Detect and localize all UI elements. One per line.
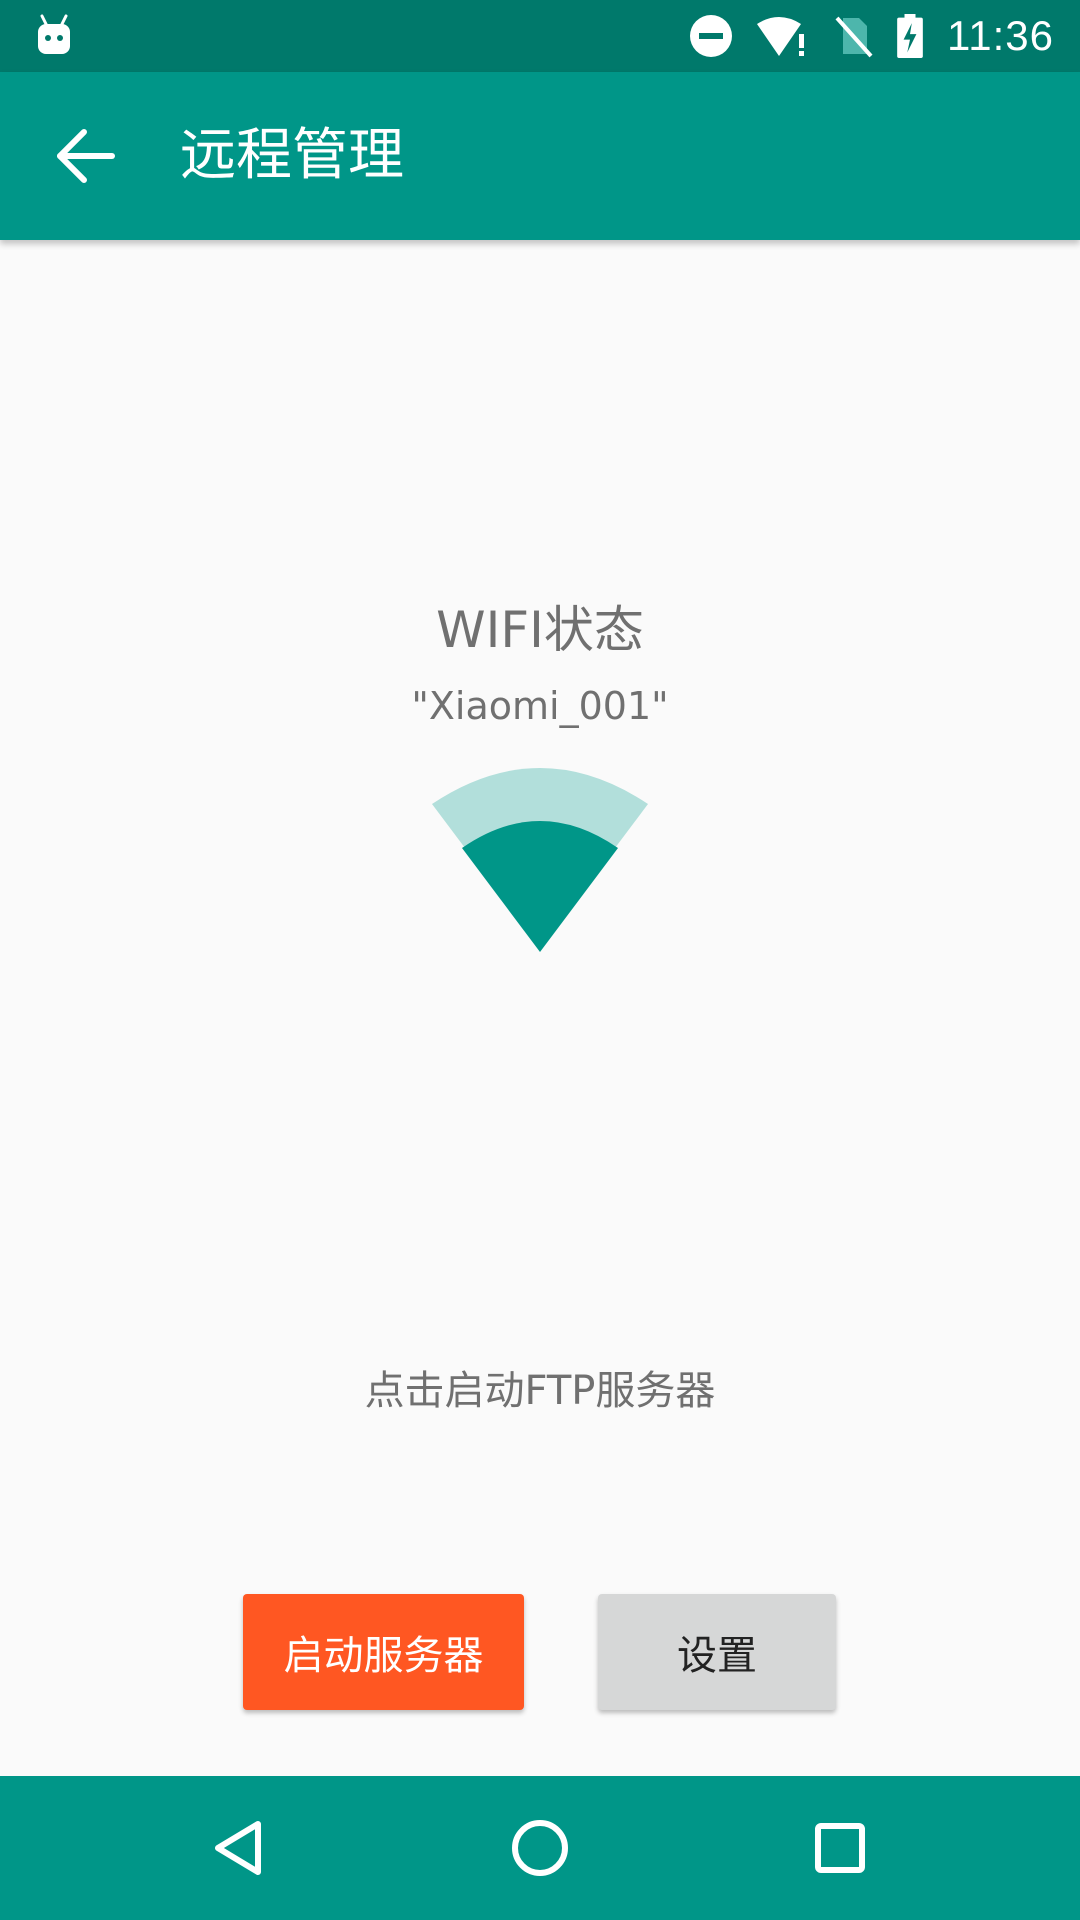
do-not-disturb-icon [690,15,732,57]
status-time: 11:36 [947,12,1054,59]
arrow-back-icon [57,129,115,183]
page-title: 远程管理 [180,123,404,188]
back-triangle-icon [215,1821,261,1875]
battery-charging-icon [897,14,923,58]
start-server-button[interactable]: 启动服务器 [243,1594,524,1710]
main-content: WIFI状态 "Xiaomi_001" 点击启动FTP服务器 启动服务器 设置 [0,240,1080,1776]
status-bar: 11:36 [0,0,1080,72]
recents-square-icon [815,1823,865,1873]
app-bar: 远程管理 [0,72,1080,240]
nav-recents-button[interactable] [792,1800,888,1896]
settings-button[interactable]: 设置 [598,1594,836,1710]
ftp-hint-text: 点击启动FTP服务器 [364,1368,716,1414]
wifi-alert-icon [757,17,804,56]
status-icons: 11:36 [689,0,1080,72]
back-button[interactable] [40,110,132,202]
android-robot-icon [38,14,70,54]
nav-home-button[interactable] [492,1800,588,1896]
no-sim-icon [835,16,873,58]
navigation-bar [0,1776,1080,1920]
wifi-status-title: WIFI状态 [436,601,644,659]
wifi-signal-icon [432,768,648,952]
home-circle-icon [512,1820,568,1876]
nav-back-button[interactable] [192,1800,288,1896]
wifi-ssid: "Xiaomi_001" [411,684,669,728]
